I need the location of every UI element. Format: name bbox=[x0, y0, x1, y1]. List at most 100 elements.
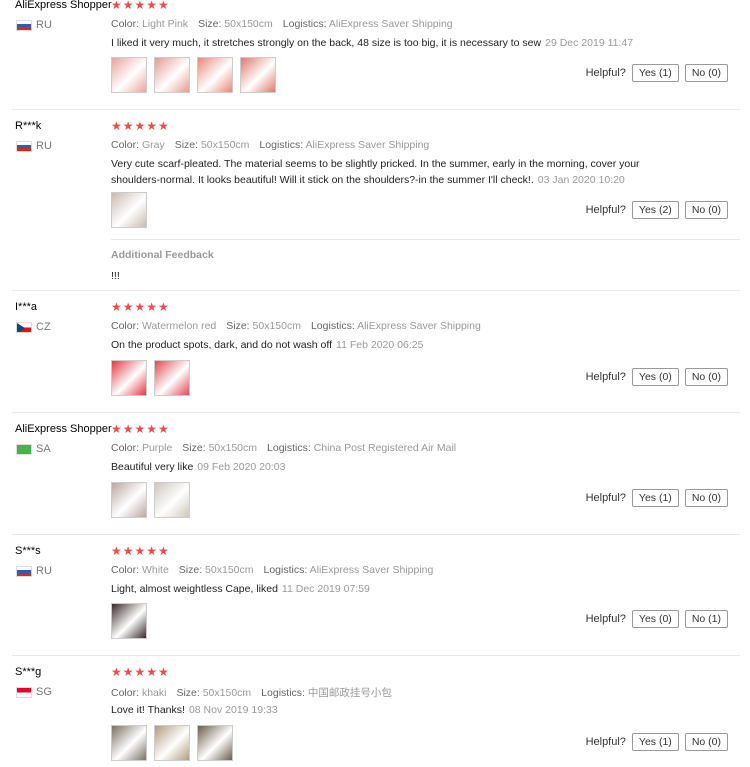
review-photo-thumbnail[interactable] bbox=[154, 57, 190, 93]
logistics-value: China Post Registered Air Mail bbox=[313, 442, 457, 454]
helpful-yes-button[interactable]: Yes (2) bbox=[631, 201, 679, 219]
reviewer-name: AliExpress Shopper bbox=[15, 0, 112, 11]
size-value: 50x150cm bbox=[252, 320, 301, 332]
star-rating: ★★★★★ bbox=[111, 300, 170, 314]
size-value: 50x150cm bbox=[202, 687, 252, 699]
country-flag-icon bbox=[16, 443, 32, 455]
review-text: Light, almost weightless Cape, liked 11 D… bbox=[111, 581, 671, 597]
color-label: Color: bbox=[111, 687, 140, 699]
review-photo-thumbnail[interactable] bbox=[111, 360, 147, 396]
country-flag-icon bbox=[16, 686, 32, 698]
logistics-label: Logistics: bbox=[310, 320, 355, 332]
additional-feedback-text: !!! bbox=[111, 270, 120, 282]
color-value: White bbox=[141, 564, 169, 576]
review-photo-thumbnail[interactable] bbox=[154, 482, 190, 518]
reviewer-country: SG bbox=[16, 686, 52, 698]
color-value: Purple bbox=[141, 442, 173, 454]
review-photo-thumbnail[interactable] bbox=[197, 725, 233, 761]
reviewer-name: S***g bbox=[15, 666, 42, 678]
product-attributes: Color: khaki Size: 50x150cm Logistics: 中国邮… bbox=[111, 685, 392, 700]
helpful-yes-button[interactable]: Yes (1) bbox=[631, 64, 679, 82]
review-text: Love it! Thanks! 08 Nov 2019 19:33 bbox=[111, 702, 671, 718]
helpful-votes: Helpful? Yes (0) No (1) bbox=[586, 610, 728, 628]
helpful-no-button[interactable]: No (0) bbox=[684, 64, 728, 82]
review-body: Love it! Thanks! bbox=[111, 704, 185, 716]
size-label: Size: bbox=[174, 139, 199, 151]
helpful-votes: Helpful? Yes (2) No (0) bbox=[586, 201, 728, 219]
helpful-votes: Helpful? Yes (1) No (0) bbox=[586, 489, 728, 507]
review-body: Beautiful very like bbox=[111, 461, 194, 473]
review-photo-thumbnail[interactable] bbox=[111, 482, 147, 518]
reviewer-country: RU bbox=[16, 140, 52, 152]
country-flag-icon bbox=[16, 565, 32, 577]
country-flag-icon bbox=[16, 140, 32, 152]
country-code: RU bbox=[36, 565, 52, 577]
reviewer-country: SA bbox=[16, 443, 51, 455]
color-label: Color: bbox=[111, 320, 140, 332]
star-rating: ★★★★★ bbox=[111, 119, 170, 133]
product-attributes: Color: Gray Size: 50x150cm Logistics: AliE… bbox=[111, 139, 429, 151]
review-photo-thumbnail[interactable] bbox=[154, 360, 190, 396]
review-text: On the product spots, dark, and do not w… bbox=[111, 337, 671, 353]
review-photo-thumbnail[interactable] bbox=[111, 192, 147, 228]
star-rating: ★★★★★ bbox=[111, 665, 170, 679]
helpful-no-button[interactable]: No (0) bbox=[684, 368, 728, 386]
star-rating: ★★★★★ bbox=[111, 0, 170, 12]
size-label: Size: bbox=[226, 320, 250, 332]
product-attributes: Color: Purple Size: 50x150cm Logistics: Ch… bbox=[111, 442, 456, 454]
size-label: Size: bbox=[198, 18, 222, 30]
color-value: khaki bbox=[141, 687, 167, 699]
reviewer-name: R***k bbox=[15, 120, 42, 132]
review-divider bbox=[12, 109, 740, 110]
additional-feedback-title: Additional Feedback bbox=[111, 249, 214, 261]
review-photo-thumbnail[interactable] bbox=[197, 57, 233, 93]
color-label: Color: bbox=[111, 564, 140, 576]
helpful-no-button[interactable]: No (0) bbox=[684, 733, 728, 751]
review-photo-thumbnail[interactable] bbox=[111, 57, 147, 93]
helpful-yes-button[interactable]: Yes (0) bbox=[631, 610, 679, 628]
star-rating: ★★★★★ bbox=[111, 544, 170, 558]
review-photo-thumbnail[interactable] bbox=[240, 57, 276, 93]
review-body: Light, almost weightless Cape, liked bbox=[111, 583, 278, 595]
reviewer-name: AliExpress Shopper bbox=[15, 423, 112, 435]
helpful-no-button[interactable]: No (0) bbox=[684, 201, 728, 219]
review-date: 09 Feb 2020 20:03 bbox=[197, 461, 286, 473]
product-attributes: Color: Watermelon red Size: 50x150cm Logis… bbox=[111, 320, 481, 332]
review-photos bbox=[111, 57, 276, 93]
size-value: 50x150cm bbox=[208, 442, 258, 454]
helpful-no-button[interactable]: No (1) bbox=[684, 610, 728, 628]
product-attributes: Color: Light Pink Size: 50x150cm Logistics… bbox=[111, 18, 453, 30]
review-divider bbox=[12, 655, 740, 656]
helpful-no-button[interactable]: No (0) bbox=[684, 489, 728, 507]
logistics-value: AliExpress Saver Shipping bbox=[309, 564, 434, 576]
review-divider bbox=[12, 412, 740, 413]
helpful-label: Helpful? bbox=[585, 67, 626, 79]
color-label: Color: bbox=[111, 442, 140, 454]
review-divider bbox=[12, 290, 740, 291]
color-value: Light Pink bbox=[141, 18, 189, 30]
review-body: I liked it very much, it stretches stron… bbox=[111, 37, 542, 49]
review-photo-thumbnail[interactable] bbox=[111, 603, 147, 639]
helpful-yes-button[interactable]: Yes (1) bbox=[631, 733, 679, 751]
review-photos bbox=[111, 482, 190, 518]
size-value: 50x150cm bbox=[200, 139, 250, 151]
logistics-label: Logistics: bbox=[261, 687, 305, 699]
logistics-label: Logistics: bbox=[267, 442, 311, 454]
review-photo-thumbnail[interactable] bbox=[111, 725, 147, 761]
helpful-label: Helpful? bbox=[585, 371, 626, 383]
review-text: I liked it very much, it stretches stron… bbox=[111, 35, 671, 51]
reviewer-country: RU bbox=[16, 565, 52, 577]
country-code: SA bbox=[36, 443, 51, 455]
color-label: Color: bbox=[111, 18, 140, 30]
reviewer-country: RU bbox=[16, 19, 52, 31]
country-flag-icon bbox=[16, 321, 32, 333]
helpful-yes-button[interactable]: Yes (1) bbox=[631, 489, 679, 507]
helpful-label: Helpful? bbox=[585, 736, 626, 748]
logistics-value: 中国邮政挂号小包 bbox=[307, 687, 392, 699]
review-photo-thumbnail[interactable] bbox=[154, 725, 190, 761]
helpful-votes: Helpful? Yes (0) No (0) bbox=[586, 368, 728, 386]
reviewer-name: S***s bbox=[15, 545, 41, 557]
helpful-yes-button[interactable]: Yes (0) bbox=[631, 368, 679, 386]
color-label: Color: bbox=[111, 139, 140, 151]
review-photos bbox=[111, 192, 147, 228]
